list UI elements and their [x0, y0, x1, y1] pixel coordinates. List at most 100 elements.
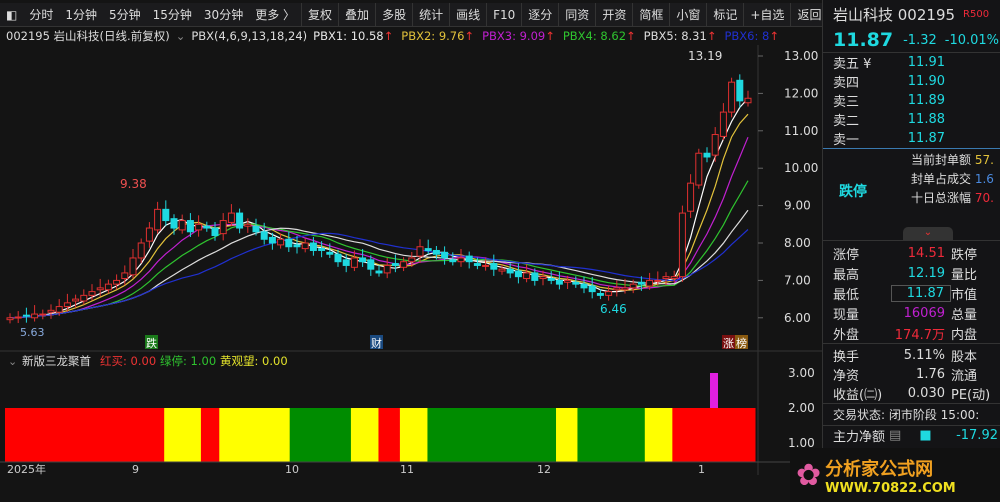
toolbar-button[interactable]: 多股 — [375, 2, 412, 27]
ask-label: 卖二 — [833, 114, 860, 129]
period-toolbar: ◧ 分时 1分钟 5分钟 15分钟 30分钟 更多 〉 复权 叠加 多股 统计 画线 F10 逐分 同资… — [0, 2, 822, 27]
sub-indicator-title: 新版三龙聚首 — [22, 354, 91, 368]
candle-body — [613, 287, 621, 291]
candle-body — [637, 281, 645, 285]
stat-value: 14.51 — [907, 245, 945, 261]
toolbar-button[interactable]: 简框 — [632, 2, 669, 27]
candle-body — [268, 236, 276, 244]
stat-label: 涨停 — [833, 247, 860, 263]
pbx-value: PBX3: 9.09↑ — [482, 29, 555, 43]
stat-label: 流通 — [951, 369, 978, 384]
candle-body — [6, 317, 14, 321]
stat-value: 16069 — [903, 305, 945, 321]
toolbar-button[interactable]: 标记 — [706, 2, 743, 27]
candle-body — [211, 227, 219, 237]
seal-amount-label: 当前封单额 — [911, 153, 972, 167]
stat-label: 跌停 — [951, 247, 978, 263]
signal-marker-label: 财 — [371, 336, 382, 350]
ma-line-4 — [9, 97, 749, 319]
candle-body — [728, 81, 736, 113]
candle-body — [523, 272, 531, 280]
ask-label: 卖一 — [833, 133, 860, 148]
candle-body — [145, 227, 153, 242]
period-tab[interactable]: 更多 〉 — [249, 6, 301, 23]
candle-body — [490, 263, 498, 270]
toolbar-button[interactable]: 画线 — [449, 2, 486, 27]
y-tick-label: 10.00 — [784, 161, 818, 175]
candle-body — [178, 220, 186, 231]
kline-chart[interactable]: 13.0012.0011.0010.009.008.007.006.009.38… — [0, 45, 822, 475]
period-tab[interactable]: 15分钟 — [147, 6, 198, 23]
candle-body — [47, 309, 55, 313]
toolbar-button[interactable]: 同资 — [558, 2, 595, 27]
candle-body — [678, 212, 686, 278]
y-tick-label: 13.00 — [784, 49, 818, 63]
candle-body — [383, 264, 391, 274]
signal-marker-label: 涨 — [723, 337, 734, 350]
toolbar-button[interactable]: 复权 — [301, 2, 338, 27]
signal-band-red — [200, 408, 220, 462]
x-tick-label: 2025年 — [7, 462, 46, 475]
candle-body — [326, 251, 334, 255]
candle-body — [342, 259, 350, 266]
quote-panel: 岩山科技 002195 R500 11.87 -1.32 -10.01% 卖五 … — [822, 0, 1000, 502]
candle-body — [580, 283, 588, 289]
ask-label: 卖四 — [833, 76, 860, 91]
signal-band-red — [378, 408, 401, 462]
toolbar-button[interactable]: 小窗 — [669, 2, 706, 27]
candle-body — [88, 291, 96, 296]
candle-body — [432, 249, 440, 255]
square-icon: ■ — [919, 428, 932, 443]
candle-body — [129, 257, 137, 276]
toolbar-button[interactable]: +自选 — [743, 2, 790, 27]
pbx-value: PBX2: 9.76↑ — [401, 29, 475, 43]
candle-body — [400, 261, 408, 268]
indicator-dropdown-icon[interactable]: ⌄ — [176, 29, 186, 43]
stat-value: 5.11% — [903, 348, 945, 363]
signal-band-green — [577, 408, 646, 462]
up-arrow-icon: ↑ — [626, 29, 636, 43]
ask-price: 11.88 — [907, 112, 945, 127]
candle-body — [72, 298, 80, 302]
stat-row: 最高 12.19 量比 — [823, 263, 1000, 283]
stat-row: 外盘 174.7万 内盘 — [823, 323, 1000, 343]
green-stop-value: 绿停: 1.00 — [160, 354, 216, 368]
stat-label: 内盘 — [951, 327, 978, 343]
red-buy-value: 红买: 0.00 — [100, 354, 156, 368]
signal-band-yellow — [164, 408, 202, 462]
candle-body — [113, 279, 121, 285]
period-tab[interactable]: 1分钟 — [59, 6, 103, 23]
logo-text: 分析家公式网 — [825, 458, 934, 480]
chart-info-bar: 002195 岩山科技(日线.前复权) ⌄ PBX(4,6,9,13,18,24… — [0, 27, 822, 45]
indicator-name[interactable]: PBX(4,6,9,13,18,24) — [191, 29, 307, 43]
candle-body — [465, 255, 473, 263]
stat-row: 现量 16069 总量 — [823, 303, 1000, 323]
candle-body — [547, 278, 555, 281]
sub-dropdown-icon[interactable]: ⌄ — [8, 355, 17, 368]
period-tab[interactable]: 5分钟 — [103, 6, 147, 23]
candle-body — [375, 270, 383, 274]
period-tab[interactable]: 分时 — [23, 6, 59, 23]
candle-body — [80, 294, 88, 302]
panel-toggle-icon[interactable]: ◧ — [0, 8, 23, 22]
candle-body — [137, 242, 145, 259]
candle-body — [506, 268, 514, 274]
toolbar-button[interactable]: 叠加 — [338, 2, 375, 27]
watermark-logo: ✿ 分析家公式网 WWW.70822.COM — [790, 448, 1000, 502]
pbx-value: PBX5: 8.31↑ — [643, 29, 717, 43]
toolbar-button[interactable]: 开资 — [595, 2, 632, 27]
stat-label: 市值 — [951, 287, 978, 303]
candle-body — [170, 218, 178, 229]
toolbar-button[interactable]: 逐分 — [521, 2, 558, 27]
main-net-label: 主力净额 — [833, 430, 886, 445]
candle-body — [416, 246, 424, 257]
expand-icon[interactable]: ⌄ — [903, 227, 953, 241]
list-icon[interactable]: ▤ — [889, 428, 901, 443]
signal-band-yellow — [556, 408, 578, 462]
low-label: 6.46 — [600, 302, 627, 316]
candle-body — [301, 242, 309, 250]
stat-value: 1.76 — [916, 367, 945, 382]
toolbar-button[interactable]: 统计 — [412, 2, 449, 27]
period-tab[interactable]: 30分钟 — [198, 6, 249, 23]
toolbar-button[interactable]: F10 — [486, 2, 521, 27]
